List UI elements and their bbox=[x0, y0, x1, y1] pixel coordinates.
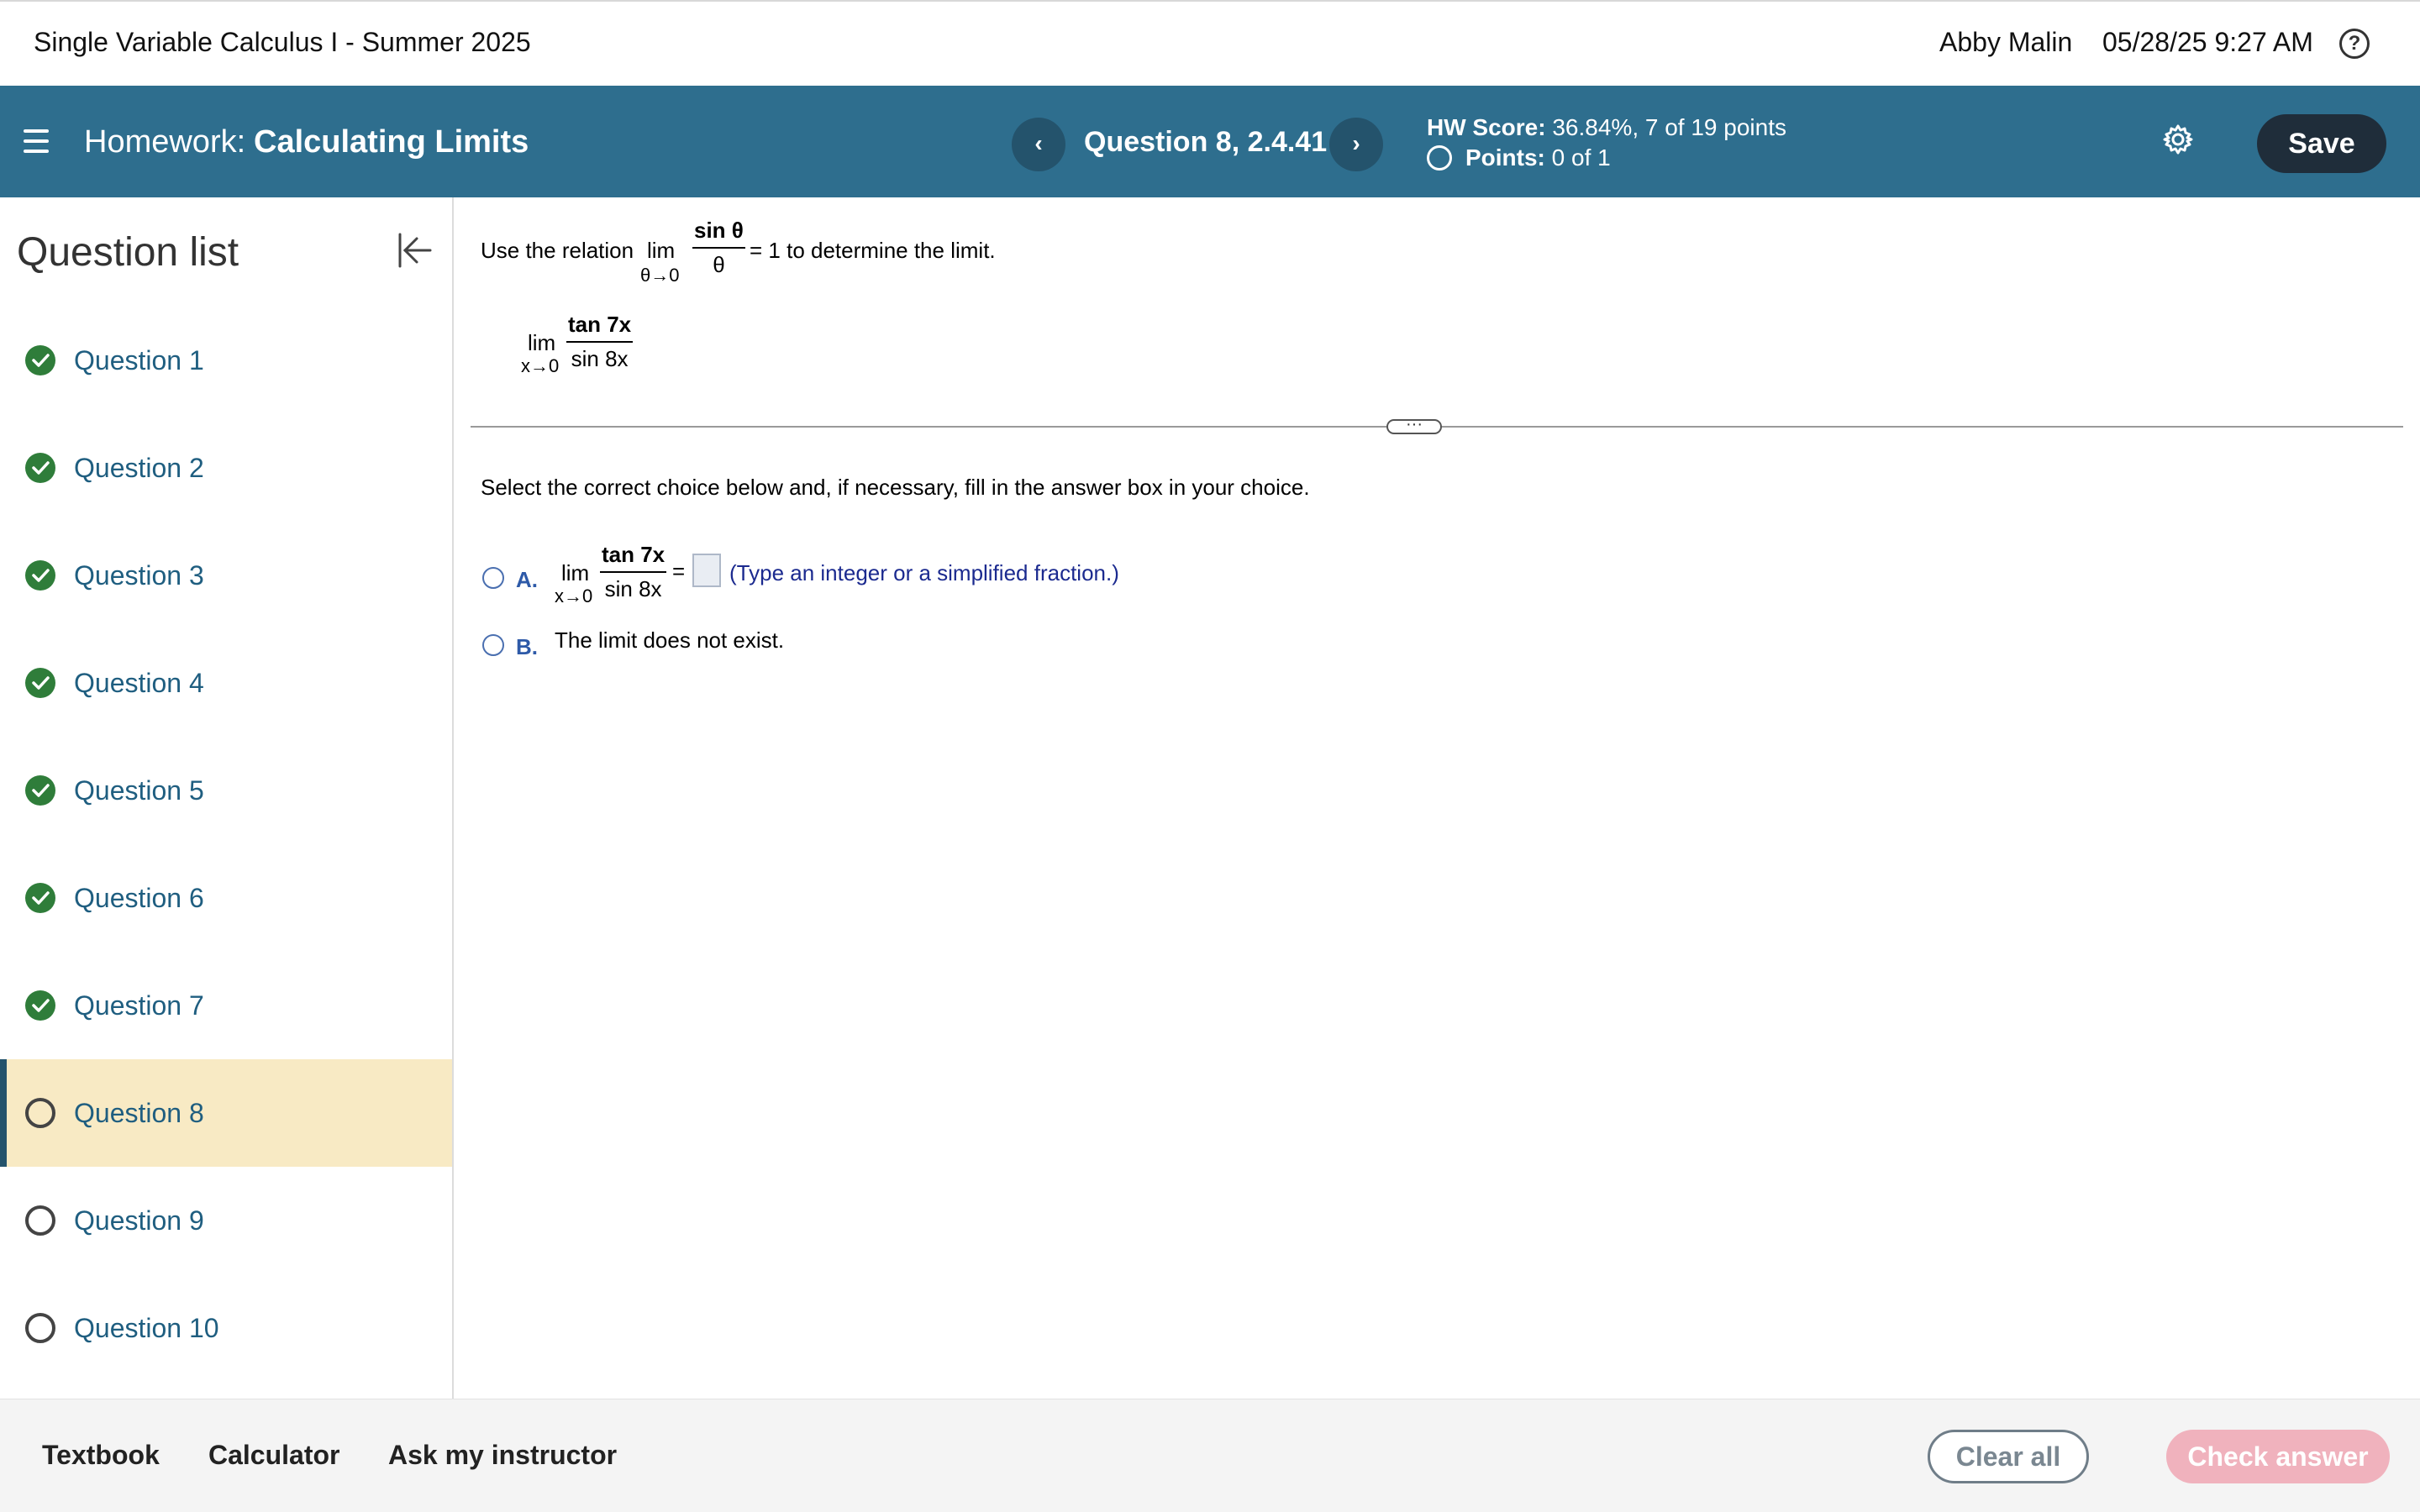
course-title: Single Variable Calculus I - Summer 2025 bbox=[34, 27, 531, 57]
relation-lim: lim bbox=[647, 238, 676, 263]
choice-a-subscript: x→0 bbox=[555, 585, 593, 606]
incomplete-circle-icon bbox=[25, 1205, 55, 1236]
choice-b-radio[interactable] bbox=[482, 634, 504, 656]
resize-handle-icon[interactable]: ··· bbox=[1386, 416, 1442, 434]
answer-input-box[interactable] bbox=[692, 554, 721, 587]
question-list-sidebar: Question list Question 1 Question 2 Ques… bbox=[0, 197, 454, 1399]
choice-a-numerator: tan 7x bbox=[600, 542, 667, 573]
question-list-item-4[interactable]: Question 4 bbox=[0, 629, 452, 737]
relation-subscript: θ→0 bbox=[640, 265, 680, 286]
choice-a-letter: A. bbox=[516, 567, 538, 592]
check-complete-icon bbox=[25, 775, 55, 806]
question-list-label: Question 4 bbox=[74, 668, 204, 698]
hw-score: HW Score: 36.84%, 7 of 19 points bbox=[1427, 114, 1786, 141]
relation-fraction: sin θ θ bbox=[692, 218, 745, 278]
menu-bar bbox=[24, 139, 49, 143]
points: Points: 0 of 1 bbox=[1427, 144, 1611, 171]
hw-score-label: HW Score: bbox=[1427, 114, 1546, 140]
check-complete-icon bbox=[25, 453, 55, 483]
choice-a-hint: (Type an integer or a simplified fractio… bbox=[729, 560, 1119, 585]
expression-fraction: tan 7x sin 8x bbox=[566, 312, 634, 372]
question-list-item-2[interactable]: Question 2 bbox=[0, 414, 452, 522]
check-answer-button[interactable]: Check answer bbox=[2166, 1430, 2390, 1483]
question-content: Use the relation lim θ→0 sin θ θ = 1 to … bbox=[455, 197, 2420, 1399]
question-list-item-6[interactable]: Question 6 bbox=[0, 844, 452, 952]
question-list-label: Question 8 bbox=[74, 1098, 204, 1128]
question-list-item-9[interactable]: Question 9 bbox=[0, 1167, 452, 1274]
question-list-item-10[interactable]: Question 10 bbox=[0, 1274, 452, 1382]
menu-bar bbox=[24, 150, 49, 153]
hw-score-value: 36.84%, 7 of 19 points bbox=[1545, 114, 1787, 140]
check-complete-icon bbox=[25, 560, 55, 591]
expression-lim: lim bbox=[528, 330, 556, 355]
ask-instructor-link[interactable]: Ask my instructor bbox=[388, 1440, 617, 1471]
check-complete-icon bbox=[25, 883, 55, 913]
question-list-item-3[interactable]: Question 3 bbox=[0, 522, 452, 629]
question-list-item-8[interactable]: Question 8 bbox=[0, 1059, 452, 1167]
check-complete-icon bbox=[25, 990, 55, 1021]
incomplete-circle-icon bbox=[25, 1313, 55, 1343]
homework-header: Homework: Calculating Limits ‹ Question … bbox=[0, 86, 2420, 197]
intro-suffix: = 1 to determine the limit. bbox=[750, 238, 996, 263]
date-time: 05/28/25 9:27 AM bbox=[2102, 27, 2313, 57]
help-icon[interactable]: ? bbox=[2339, 29, 2370, 59]
choice-a-lim: lim bbox=[561, 560, 590, 585]
expression-denominator: sin 8x bbox=[571, 346, 629, 371]
top-bar: Single Variable Calculus I - Summer 2025… bbox=[0, 0, 2420, 86]
user-name: Abby Malin bbox=[1939, 27, 2073, 57]
instruction-text: Select the correct choice below and, if … bbox=[481, 475, 1310, 500]
question-list-label: Question 6 bbox=[74, 883, 204, 913]
points-value: 0 of 1 bbox=[1544, 144, 1611, 171]
expression-subscript: x→0 bbox=[521, 355, 560, 376]
question-list-item-1[interactable]: Question 1 bbox=[0, 307, 452, 414]
question-label: Question 8, 2.4.41 bbox=[1084, 126, 1328, 158]
choice-a-fraction: tan 7x sin 8x bbox=[600, 542, 667, 602]
relation-denominator: θ bbox=[713, 252, 725, 277]
question-list-label: Question 7 bbox=[74, 990, 204, 1021]
calculator-link[interactable]: Calculator bbox=[208, 1440, 339, 1471]
question-list-label: Question 10 bbox=[74, 1313, 219, 1343]
next-question-button[interactable]: › bbox=[1329, 118, 1383, 171]
previous-question-button[interactable]: ‹ bbox=[1012, 118, 1065, 171]
menu-bar bbox=[24, 129, 49, 133]
question-list-label: Question 5 bbox=[74, 775, 204, 806]
choice-a-equals: = bbox=[672, 559, 686, 584]
relation-numerator: sin θ bbox=[692, 218, 745, 249]
question-list-label: Question 2 bbox=[74, 453, 204, 483]
question-list-item-7[interactable]: Question 7 bbox=[0, 952, 452, 1059]
textbook-link[interactable]: Textbook bbox=[42, 1440, 160, 1471]
sidebar-title: Question list bbox=[17, 230, 239, 275]
check-complete-icon bbox=[25, 345, 55, 375]
question-list-label: Question 3 bbox=[74, 560, 204, 591]
choice-a-denominator: sin 8x bbox=[604, 576, 662, 601]
check-complete-icon bbox=[25, 668, 55, 698]
points-label: Points: bbox=[1465, 144, 1545, 171]
points-status-icon bbox=[1427, 144, 1452, 171]
choice-b-letter: B. bbox=[516, 634, 538, 659]
hamburger-menu-icon[interactable] bbox=[24, 129, 49, 153]
homework-name: Calculating Limits bbox=[254, 124, 529, 160]
question-list-label: Question 1 bbox=[74, 345, 204, 375]
gear-icon[interactable] bbox=[2161, 123, 2195, 156]
expression-numerator: tan 7x bbox=[566, 312, 634, 343]
incomplete-circle-icon bbox=[25, 1098, 55, 1128]
save-button[interactable]: Save bbox=[2257, 114, 2386, 173]
intro-prefix: Use the relation bbox=[481, 238, 634, 263]
question-list-label: Question 9 bbox=[74, 1205, 204, 1236]
footer-bar: Textbook Calculator Ask my instructor Cl… bbox=[0, 1399, 2420, 1512]
question-list-item-5[interactable]: Question 5 bbox=[0, 737, 452, 844]
homework-label: Homework: bbox=[84, 124, 246, 160]
collapse-sidebar-icon[interactable] bbox=[395, 231, 434, 270]
choice-a-radio[interactable] bbox=[482, 567, 504, 589]
choice-b-text: The limit does not exist. bbox=[555, 627, 785, 653]
clear-all-button[interactable]: Clear all bbox=[1928, 1430, 2089, 1483]
